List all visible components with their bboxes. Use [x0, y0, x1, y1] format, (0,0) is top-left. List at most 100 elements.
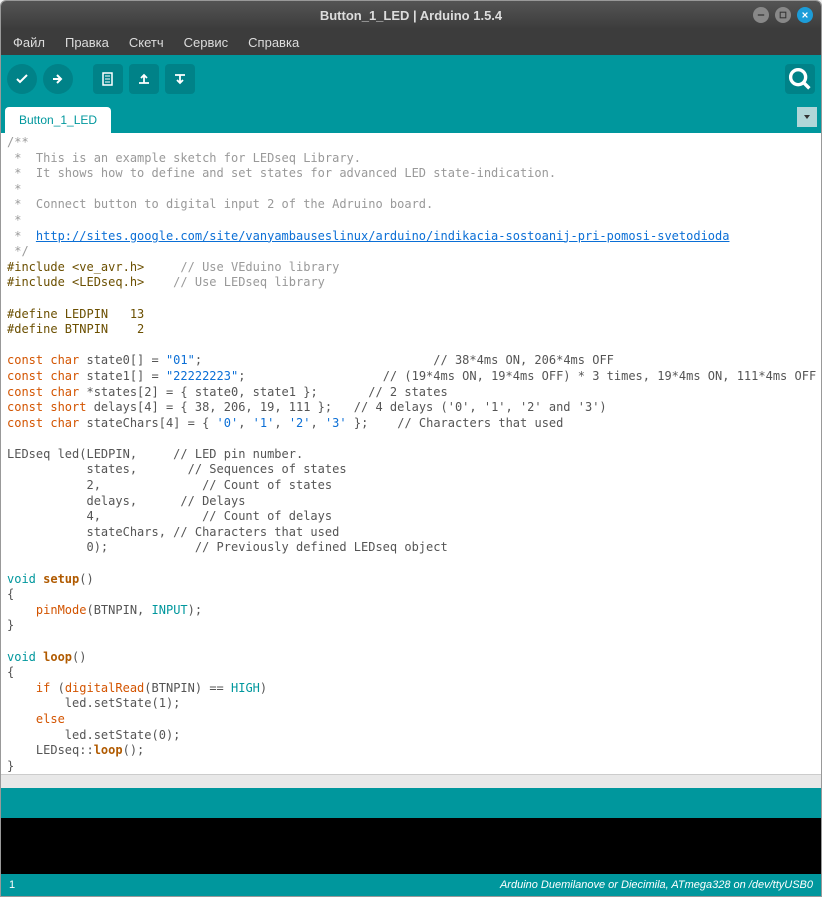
close-button[interactable]: [797, 7, 813, 23]
code-line: {: [7, 665, 14, 679]
code-line: 0); // Previously defined LEDseq object: [7, 540, 448, 554]
code-token: void: [7, 650, 36, 664]
code-token: ,: [238, 416, 252, 430]
code-line: }: [7, 759, 14, 773]
verify-button[interactable]: [7, 64, 37, 94]
code-token: "22222223": [166, 369, 238, 383]
code-token: (BTNPIN,: [86, 603, 151, 617]
serial-monitor-button[interactable]: [785, 64, 815, 94]
code-line: states, // Sequences of states: [7, 462, 347, 476]
code-token: ): [260, 681, 267, 695]
code-token: *states[2] = { state0, state1 }; // 2 st…: [79, 385, 447, 399]
upload-button[interactable]: [43, 64, 73, 94]
code-line: led.setState(1);: [7, 696, 180, 710]
code-line: stateChars, // Characters that used: [7, 525, 339, 539]
window-title: Button_1_LED | Arduino 1.5.4: [320, 8, 502, 23]
code-token: INPUT: [152, 603, 188, 617]
code-token: state0[] =: [79, 353, 166, 367]
code-line: * Connect button to digital input 2 of t…: [7, 197, 433, 211]
code-token: '3': [325, 416, 347, 430]
menubar: Файл Правка Скетч Сервис Справка: [1, 29, 821, 55]
menu-file[interactable]: Файл: [5, 31, 53, 54]
code-token: if: [7, 681, 50, 695]
code-line: }: [7, 618, 14, 632]
menu-sketch[interactable]: Скетч: [121, 31, 172, 54]
code-token: char: [43, 385, 79, 399]
menu-help[interactable]: Справка: [240, 31, 307, 54]
status-board-info: Arduino Duemilanove or Diecimila, ATmega…: [500, 879, 813, 891]
code-link[interactable]: http://sites.google.com/site/vanyambause…: [36, 229, 730, 243]
code-token: #include <LEDseq.h>: [7, 275, 144, 289]
code-line: LEDseq led(LEDPIN, // LED pin number.: [7, 447, 303, 461]
horizontal-scrollbar[interactable]: [1, 774, 821, 788]
tab-sketch[interactable]: Button_1_LED: [5, 107, 111, 133]
window-controls: [753, 7, 813, 23]
code-token: );: [188, 603, 202, 617]
code-line: *: [7, 213, 21, 227]
code-token: (: [50, 681, 64, 695]
code-token: char: [43, 369, 79, 383]
code-token: loop: [94, 743, 123, 757]
code-token: setup: [36, 572, 79, 586]
titlebar: Button_1_LED | Arduino 1.5.4: [1, 1, 821, 29]
code-line: led.setState(0);: [7, 728, 180, 742]
minimize-button[interactable]: [753, 7, 769, 23]
code-token: const: [7, 400, 43, 414]
code-token: delays[4] = { 38, 206, 19, 111 }; // 4 d…: [86, 400, 606, 414]
code-token: '0': [217, 416, 239, 430]
open-button[interactable]: [129, 64, 159, 94]
code-token: const: [7, 353, 43, 367]
code-token: "01": [166, 353, 195, 367]
code-token: (BTNPIN) ==: [144, 681, 231, 695]
toolbar: [1, 55, 821, 103]
code-editor[interactable]: /** * This is an example sketch for LEDs…: [1, 133, 821, 774]
console[interactable]: [1, 818, 821, 874]
code-token: ; // (19*4ms ON, 19*4ms OFF) * 3 times, …: [238, 369, 816, 383]
code-token: const: [7, 416, 43, 430]
code-line: 2, // Count of states: [7, 478, 332, 492]
code-line: #define BTNPIN 2: [7, 322, 144, 336]
code-token: else: [7, 712, 65, 726]
code-token: const: [7, 369, 43, 383]
code-line: {: [7, 587, 14, 601]
editor-area: /** * This is an example sketch for LEDs…: [1, 133, 821, 788]
code-token: LEDseq::: [7, 743, 94, 757]
maximize-button[interactable]: [775, 7, 791, 23]
code-token: '2': [289, 416, 311, 430]
code-token: char: [43, 353, 79, 367]
code-line: delays, // Delays: [7, 494, 245, 508]
code-token: const: [7, 385, 43, 399]
status-line-number: 1: [9, 879, 15, 891]
save-button[interactable]: [165, 64, 195, 94]
message-bar: [1, 788, 821, 818]
new-button[interactable]: [93, 64, 123, 94]
code-token: short: [43, 400, 86, 414]
code-token: '1': [253, 416, 275, 430]
code-token: digitalRead: [65, 681, 144, 695]
code-token: // Use VEduino library: [144, 260, 339, 274]
code-token: ; // 38*4ms ON, 206*4ms OFF: [195, 353, 614, 367]
code-line: /**: [7, 135, 29, 149]
code-token: state1[] =: [79, 369, 166, 383]
code-token: (): [79, 572, 93, 586]
code-token: // Use LEDseq library: [144, 275, 325, 289]
code-token: (): [72, 650, 86, 664]
code-token: loop: [36, 650, 72, 664]
code-token: #include <ve_avr.h>: [7, 260, 144, 274]
app-window: Button_1_LED | Arduino 1.5.4 Файл Правка…: [0, 0, 822, 897]
statusbar: 1 Arduino Duemilanove or Diecimila, ATme…: [1, 874, 821, 896]
code-line: 4, // Count of delays: [7, 509, 332, 523]
code-line: */: [7, 244, 29, 258]
menu-edit[interactable]: Правка: [57, 31, 117, 54]
code-token: char: [43, 416, 79, 430]
code-line: #define LEDPIN 13: [7, 307, 144, 321]
menu-service[interactable]: Сервис: [176, 31, 237, 54]
code-token: pinMode: [7, 603, 86, 617]
code-line: *: [7, 229, 36, 243]
code-token: ,: [311, 416, 325, 430]
tab-menu-button[interactable]: [797, 107, 817, 127]
code-token: HIGH: [231, 681, 260, 695]
code-token: stateChars[4] = {: [79, 416, 216, 430]
code-line: *: [7, 182, 21, 196]
code-token: ,: [274, 416, 288, 430]
